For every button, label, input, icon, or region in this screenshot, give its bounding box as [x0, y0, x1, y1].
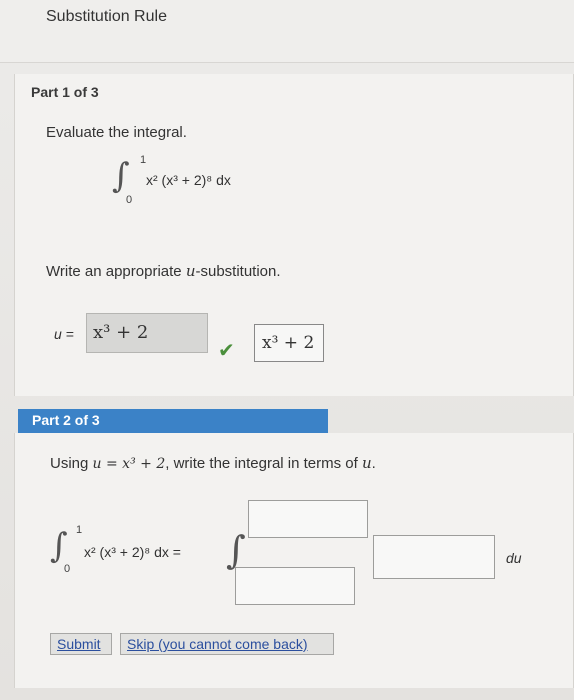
lower-limit: 0 [126, 194, 133, 206]
lower-limit: 0 [64, 563, 71, 575]
upper-limit: 1 [140, 154, 147, 166]
part2-prompt-prefix: Using [50, 455, 93, 472]
subst-prompt-prefix: Write an appropriate [46, 263, 186, 280]
check-icon: ✔ [218, 340, 235, 362]
part1-prompt: Evaluate the integral. [46, 124, 187, 141]
part2-prompt: Using u = x³ + 2, write the integral in … [50, 454, 376, 472]
header-bar: Substitution Rule [0, 0, 574, 63]
part2-integrand: x² (x³ + 2)⁸ dx = [84, 544, 181, 560]
upper-limit-input[interactable] [248, 500, 368, 538]
du-label: du [506, 550, 522, 566]
part1-label: Part 1 of 3 [31, 84, 99, 100]
subst-prompt-suffix: -substitution. [195, 263, 281, 280]
part2-label: Part 2 of 3 [32, 412, 100, 428]
subst-prompt: Write an appropriate u-substitution. [46, 262, 281, 280]
u-label: u = [54, 326, 74, 342]
submit-button[interactable]: Submit [50, 633, 112, 655]
integral-sign-icon: ∫ [112, 156, 130, 196]
lower-limit-input[interactable] [235, 567, 355, 605]
page-title: Substitution Rule [46, 8, 167, 25]
u-preview: x³ + 2 [254, 324, 324, 362]
upper-limit: 1 [76, 524, 83, 536]
integrand-input[interactable] [373, 535, 495, 579]
integral-sign-icon: ∫ [226, 528, 246, 572]
part2-header: Part 2 of 3 [18, 409, 328, 433]
skip-button[interactable]: Skip (you cannot come back) [120, 633, 334, 655]
u-preview-value: x³ + 2 [262, 333, 315, 353]
part1-integrand: x² (x³ + 2)⁸ dx [146, 172, 231, 188]
page: Substitution Rule Part 1 of 3 Evaluate t… [0, 0, 574, 700]
part2-prompt-suffix: , write the integral in terms of [165, 455, 362, 472]
u-input-value: x³ + 2 [93, 322, 149, 343]
part2-prompt-var: u [361, 454, 372, 472]
part2-prompt-eq: u = x³ + 2 [92, 456, 166, 472]
part2-prompt-end: . [371, 455, 376, 472]
u-input[interactable]: x³ + 2 [86, 313, 208, 353]
integral-sign-icon: ∫ [50, 526, 68, 566]
